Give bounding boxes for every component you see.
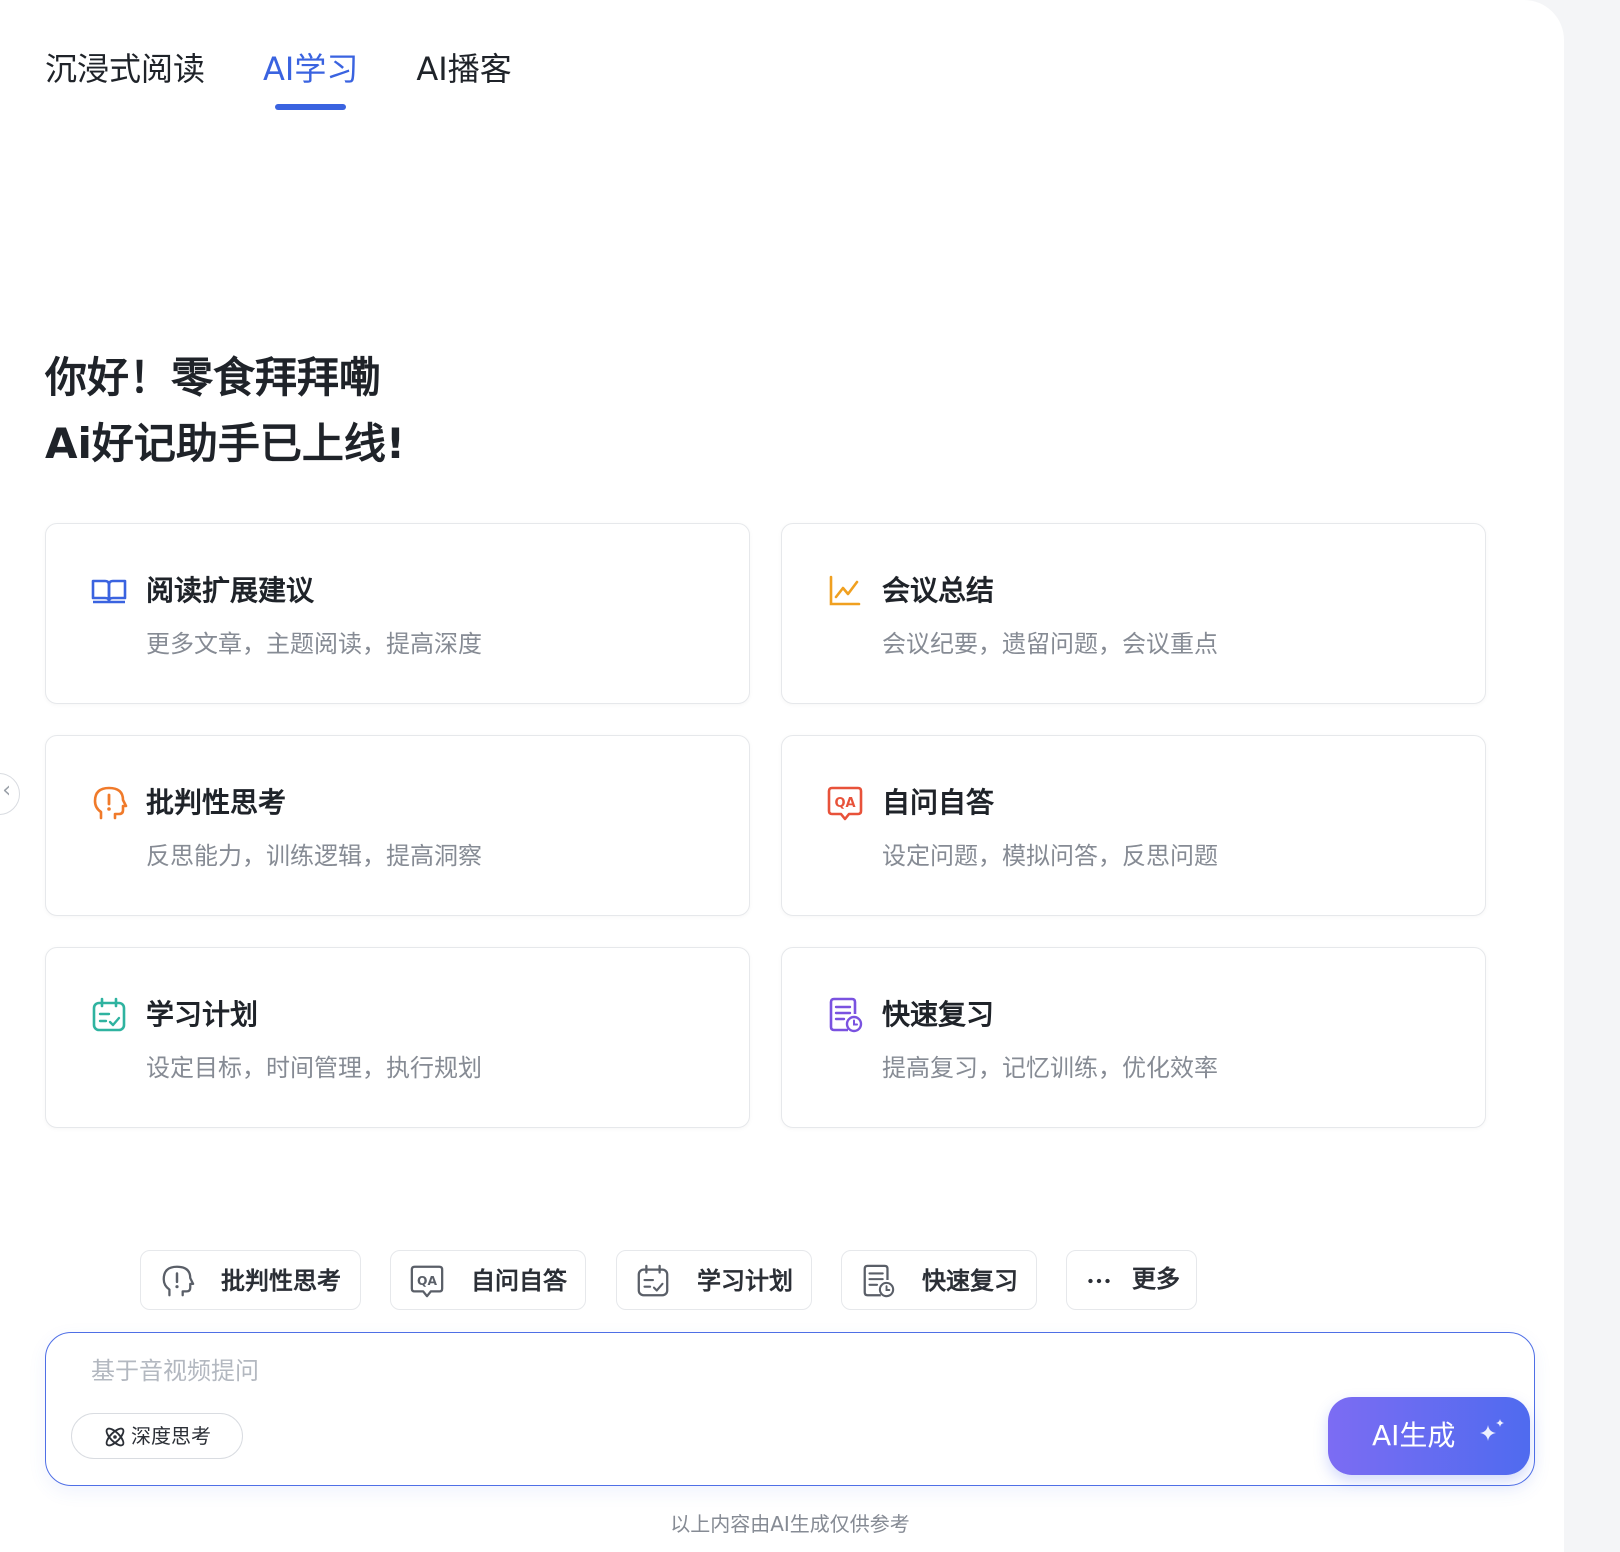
card-desc: 更多文章，主题阅读，提高深度 (146, 630, 482, 658)
card-desc: 会议纪要，遗留问题，会议重点 (882, 630, 1218, 658)
card-self-qa[interactable]: QA 自问自答 设定问题，模拟问答，反思问题 (781, 735, 1486, 916)
chip-label: 批判性思考 (221, 1267, 341, 1295)
tab-ai-podcast[interactable]: AI播客 (416, 44, 511, 90)
card-title: 阅读扩展建议 (146, 574, 315, 607)
main-panel: 沉浸式阅读 AI学习 AI播客 你好！零食拜拜嘞 Ai好记助手已上线! 阅读扩展… (0, 0, 1564, 1552)
chip-quick-review[interactable]: 快速复习 (841, 1250, 1037, 1310)
chip-study-plan[interactable]: 学习计划 (616, 1250, 812, 1310)
card-study-plan[interactable]: 学习计划 设定目标，时间管理，执行规划 (45, 947, 750, 1128)
ai-generate-label: AI生成 (1372, 1419, 1456, 1452)
card-title: 批判性思考 (146, 786, 287, 819)
card-title: 学习计划 (146, 998, 259, 1031)
card-meeting-summary[interactable]: 会议总结 会议纪要，遗留问题，会议重点 (781, 523, 1486, 704)
card-title: 会议总结 (882, 574, 995, 607)
card-quick-review[interactable]: 快速复习 提高复习，记忆训练，优化效率 (781, 947, 1486, 1128)
sparkle-icon (1480, 1419, 1504, 1441)
head-exclaim-icon (162, 1265, 195, 1297)
question-input-placeholder[interactable]: 基于音视频提问 (91, 1355, 259, 1387)
calendar-check-icon (637, 1264, 669, 1297)
more-dots-icon (1088, 1278, 1110, 1284)
card-desc: 提高复习，记忆训练，优化效率 (882, 1054, 1218, 1082)
calendar-check-icon (92, 997, 126, 1032)
chip-self-qa[interactable]: QA 自问自答 (390, 1250, 586, 1310)
tab-immersive-reading[interactable]: 沉浸式阅读 (45, 44, 205, 90)
chip-more[interactable]: 更多 (1066, 1250, 1197, 1310)
card-title: 自问自答 (882, 786, 995, 819)
head-exclaim-icon (93, 786, 128, 820)
qa-bubble-icon: QA (827, 786, 863, 821)
collapse-handle[interactable] (0, 773, 20, 815)
card-desc: 设定问题，模拟问答，反思问题 (882, 842, 1218, 870)
card-desc: 反思能力，训练逻辑，提高洞察 (146, 842, 482, 870)
card-reading-extension[interactable]: 阅读扩展建议 更多文章，主题阅读，提高深度 (45, 523, 750, 704)
chip-label: 更多 (1132, 1265, 1180, 1293)
greeting-line-1: 你好！零食拜拜嘞 (45, 353, 382, 402)
tab-ai-learning[interactable]: AI学习 (263, 44, 358, 110)
greeting: 你好！零食拜拜嘞 Ai好记助手已上线! (45, 345, 405, 477)
svg-text:QA: QA (834, 796, 855, 811)
doc-clock-icon (863, 1264, 895, 1298)
greeting-line-2: Ai好记助手已上线! (45, 419, 406, 468)
atom-icon (105, 1427, 125, 1447)
question-input-box[interactable]: 基于音视频提问 深度思考 AI生成 (45, 1332, 1535, 1486)
book-icon (91, 579, 127, 604)
deep-think-toggle[interactable]: 深度思考 (71, 1413, 243, 1459)
chip-critical-thinking[interactable]: 批判性思考 (140, 1250, 361, 1310)
tab-bar: 沉浸式阅读 AI学习 AI播客 (45, 44, 570, 110)
svg-text:QA: QA (417, 1274, 437, 1288)
chart-line-icon (829, 575, 861, 606)
doc-clock-icon (829, 997, 863, 1033)
card-title: 快速复习 (882, 998, 995, 1031)
card-desc: 设定目标，时间管理，执行规划 (146, 1054, 482, 1082)
disclaimer: 以上内容由AI生成仅供参考 (670, 1512, 910, 1536)
deep-think-label: 深度思考 (131, 1424, 211, 1448)
chip-label: 学习计划 (697, 1267, 793, 1295)
ai-generate-button[interactable]: AI生成 (1328, 1397, 1530, 1475)
qa-bubble-icon: QA (410, 1265, 444, 1298)
card-critical-thinking[interactable]: 批判性思考 反思能力，训练逻辑，提高洞察 (45, 735, 750, 916)
chip-label: 快速复习 (922, 1267, 1018, 1295)
chip-label: 自问自答 (471, 1267, 567, 1295)
